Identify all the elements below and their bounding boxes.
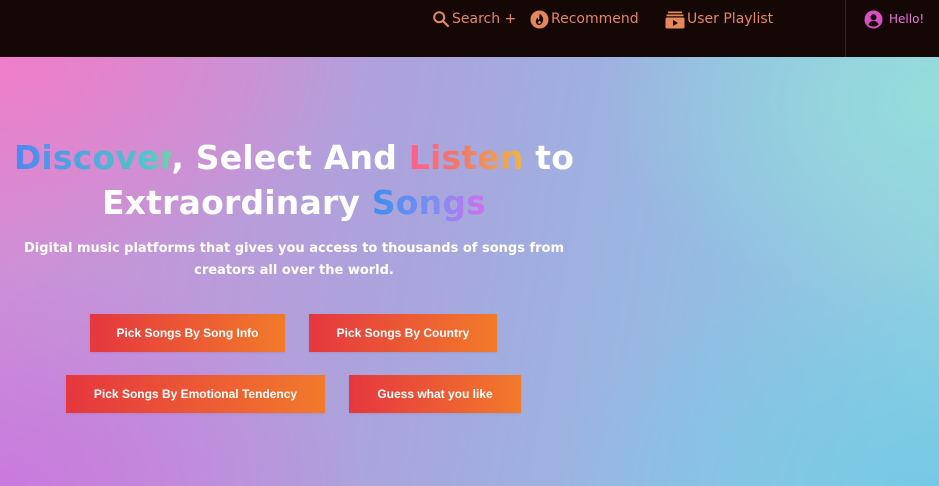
playlist-icon [665,11,685,28]
nav-search-label: Search + [452,11,517,27]
headline-word-discover: Discover [13,138,172,177]
user-greeting: Hello! [889,12,925,26]
top-navbar: Search + Recommend User Playlist Hello! [0,0,939,57]
headline-text-extraordinary: Extraordinary [101,183,372,222]
nav-playlist-link[interactable]: User Playlist [665,9,773,29]
headline-text-to: to [523,138,575,177]
hero-subtitle: Digital music platforms that gives you a… [23,241,565,278]
nav-playlist-label: User Playlist [687,11,774,27]
user-avatar-icon [864,10,883,28]
nav-divider [845,0,846,57]
pick-by-song-info-button[interactable]: Pick Songs By Song Info [90,314,285,352]
hero-headline: Discover, Select And Listen to Extraordi… [0,135,588,225]
headline-word-listen: Listen [408,138,524,177]
pick-by-emotional-tendency-button[interactable]: Pick Songs By Emotional Tendency [66,375,325,413]
nav-search-link[interactable]: Search + [432,9,516,29]
guess-what-you-like-button[interactable]: Guess what you like [349,375,521,413]
search-icon [433,11,450,28]
headline-word-songs: Songs [371,183,487,222]
headline-text-select-and: , Select And [171,138,409,177]
nav-user-menu[interactable]: Hello! [864,9,924,29]
hero-section: Discover, Select And Listen to Extraordi… [0,57,939,486]
pick-by-country-button[interactable]: Pick Songs By Country [309,314,497,352]
flame-icon [530,10,549,28]
nav-recommend-label: Recommend [551,11,639,27]
nav-recommend-link[interactable]: Recommend [530,9,639,29]
